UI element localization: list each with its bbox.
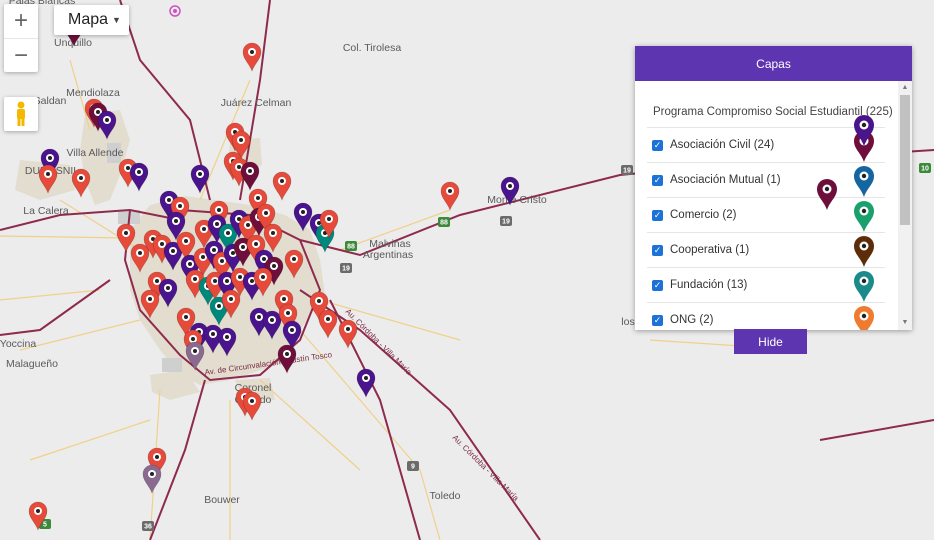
route-shield-label: 19 [623,168,631,175]
street-view-pegman-icon[interactable] [4,97,38,131]
place-label: Villa Allende [66,147,123,159]
route-shield: 9 [407,461,419,471]
route-shield: 19 [500,216,512,226]
route-shield-label: 9 [411,464,415,471]
layer-row[interactable]: ✓ Asociación Civil (24) [647,127,885,162]
layer-marker-icon [852,199,876,236]
route-shield-label: 19 [342,266,350,273]
caret-down-icon: ▼ [112,15,121,25]
program-header-marker-icon [852,113,876,152]
map-type-label: Mapa [68,11,109,28]
place-label: Argentinas [363,249,413,261]
program-marker-icon [815,177,839,216]
scroll-down-icon[interactable]: ▼ [898,318,912,328]
layer-row[interactable]: ✓ ONG (2) [647,302,885,330]
layer-checkbox[interactable]: ✓ [652,174,663,186]
layer-checkbox[interactable]: ✓ [652,314,663,326]
route-shield: 19 [621,165,633,175]
place-label: Toledo [430,490,461,502]
layer-label: Asociación Mutual (1) [670,174,781,186]
route-shield-label: 88 [440,220,448,227]
layer-label: Cooperativa (1) [670,244,750,256]
layers-panel: Capas Programa Compromiso Social Estudia… [635,46,912,330]
layer-checkbox[interactable]: ✓ [652,209,663,221]
zoom-out-button[interactable]: − [4,39,38,73]
place-label: Saldan [34,95,67,107]
place-label: los [621,316,634,328]
layers-panel-title: Capas [635,46,912,81]
layer-label: Comercio (2) [670,209,737,221]
place-label: Yoccina [0,338,36,350]
zoom-control: + − [4,4,38,72]
layer-checkbox[interactable]: ✓ [652,244,663,256]
layer-label: Fundación (13) [670,279,748,291]
route-shield-label: 10 [921,166,929,173]
route-shield: 10 [919,163,931,173]
layers-panel-body[interactable]: Programa Compromiso Social Estudiantil (… [635,81,898,330]
layer-checkbox[interactable]: ✓ [652,279,663,291]
layer-row[interactable]: ✓ Cooperativa (1) [647,232,885,267]
route-shield-label: 19 [502,219,510,226]
route-shield: 88 [438,217,450,227]
place-label: Monte Cristo [487,194,547,206]
place-label: Malagueño [6,358,58,370]
airport-icon-dot [173,9,177,13]
layer-marker-icon [852,164,876,201]
route-shield-label: 36 [144,524,152,531]
route-shield: 19 [340,263,352,273]
place-label: La Calera [23,205,69,217]
route-shield: 36 [142,521,154,531]
hide-button[interactable]: Hide [734,329,807,354]
layer-marker-icon [852,304,876,330]
place-label: Juárez Celman [221,97,292,109]
layer-row[interactable]: ✓ Fundación (13) [647,267,885,302]
layer-label: ONG (2) [670,314,714,326]
scroll-up-icon[interactable]: ▲ [898,83,912,93]
zoom-in-button[interactable]: + [4,4,38,39]
layers-scrollbar[interactable]: ▲ ▼ [898,81,912,330]
place-label: Bouwer [204,494,240,506]
layer-row[interactable]: ✓ Comercio (2) [647,197,885,232]
layer-list: ✓ Asociación Civil (24) ✓ Asociación Mut… [635,127,898,330]
layer-checkbox[interactable]: ✓ [652,139,663,151]
layer-marker-icon [852,234,876,271]
layer-row[interactable]: ✓ Asociación Mutual (1) [647,162,885,197]
layer-label: Asociación Civil (24) [670,139,775,151]
layer-marker-icon [852,269,876,306]
scrollbar-thumb[interactable] [900,95,910,225]
route-shield: 88 [345,241,357,251]
map-type-dropdown[interactable]: Mapa ▼ [54,5,129,35]
route-shield-label: 5 [43,522,47,529]
place-label: Col. Tirolesa [343,42,402,54]
place-label: Mendiolaza [66,87,120,99]
route-shield-label: 88 [347,244,355,251]
